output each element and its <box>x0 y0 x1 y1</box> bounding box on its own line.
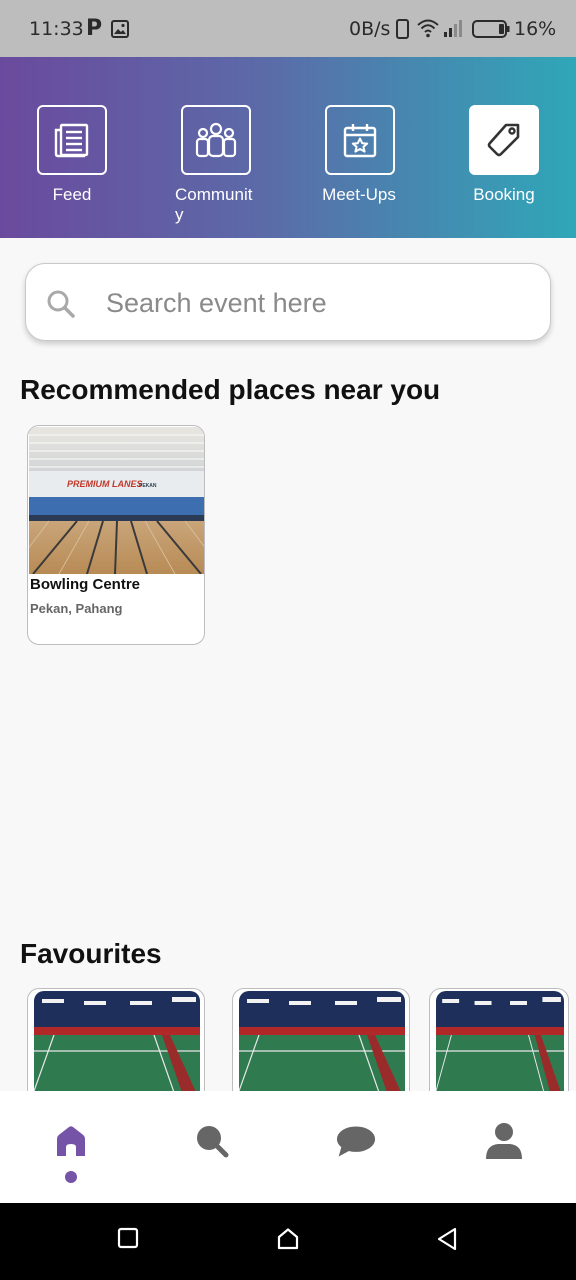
system-navigation-bar <box>0 1203 576 1280</box>
meetups-tile[interactable] <box>325 105 395 175</box>
people-icon <box>195 122 237 158</box>
nav-profile[interactable] <box>484 1121 524 1161</box>
status-time: 11:33 <box>29 18 84 40</box>
recents-button[interactable] <box>117 1227 139 1249</box>
community-label: Communit y <box>175 185 253 224</box>
favourites-title: Favourites <box>20 938 162 969</box>
place-name: Bowling Centre <box>30 576 141 593</box>
feed-label: Feed <box>52 185 92 204</box>
place-location: Pekan, Pahang <box>30 601 123 616</box>
nav-home[interactable] <box>51 1121 91 1161</box>
chat-icon <box>336 1126 376 1157</box>
nav-search[interactable] <box>192 1121 232 1161</box>
parking-notification-icon: P <box>86 16 103 41</box>
battery-percent: 16% <box>514 18 557 40</box>
svg-text:PREMIUM LANES: PREMIUM LANES <box>67 479 143 489</box>
search-icon <box>197 1126 229 1158</box>
search-icon <box>47 290 75 318</box>
community-tile[interactable] <box>181 105 251 175</box>
place-card[interactable]: PREMIUM LANES PEKAN Bowling Centre Pekan… <box>27 425 205 645</box>
search-bar[interactable] <box>25 263 551 341</box>
back-button[interactable] <box>436 1227 458 1251</box>
meetups-label: Meet-Ups <box>322 185 396 204</box>
battery-icon <box>472 20 510 38</box>
signal-icon <box>444 20 462 37</box>
top-navigation: Feed Communit y Meet-Ups Booking <box>0 57 576 238</box>
newspaper-icon <box>54 123 89 158</box>
bottom-navigation <box>0 1091 576 1203</box>
nav-chat[interactable] <box>336 1121 376 1161</box>
bowling-alley-photo: PREMIUM LANES PEKAN <box>29 427 204 574</box>
booking-tile[interactable] <box>469 105 539 175</box>
tag-icon <box>487 123 520 157</box>
active-indicator <box>65 1171 77 1183</box>
sim-icon <box>396 19 409 39</box>
recommended-title: Recommended places near you <box>20 374 441 405</box>
wifi-icon <box>417 19 439 38</box>
booking-label: Booking <box>473 185 535 204</box>
status-bar: 11:33 P 0B/s 16% <box>0 0 576 57</box>
home-icon <box>57 1126 85 1156</box>
calendar-star-icon <box>343 124 377 158</box>
svg-text:PEKAN: PEKAN <box>139 483 157 489</box>
search-input[interactable] <box>106 282 526 324</box>
gallery-notification-icon <box>111 20 129 38</box>
home-button[interactable] <box>276 1227 300 1251</box>
feed-tile[interactable] <box>37 105 107 175</box>
profile-icon <box>486 1123 522 1159</box>
network-speed: 0B/s <box>349 18 391 40</box>
